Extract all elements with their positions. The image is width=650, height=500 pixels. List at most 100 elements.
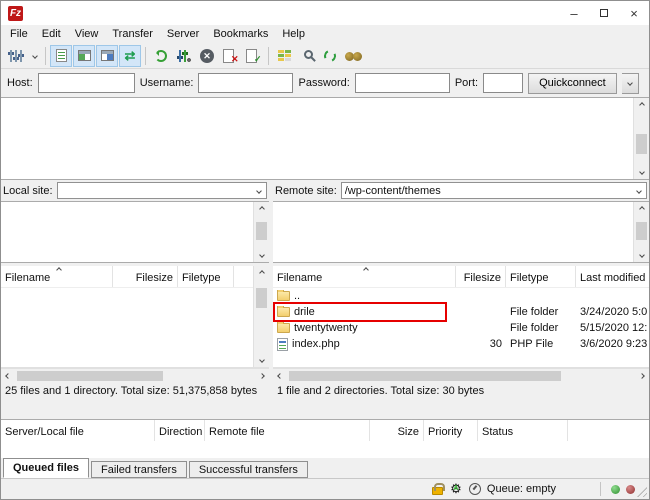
tab-failed-transfers[interactable]: Failed transfers bbox=[91, 461, 187, 478]
local-pane: Local site: Filename bbox=[1, 180, 269, 400]
resize-grip[interactable] bbox=[637, 487, 647, 497]
toggle-remote-tree-button[interactable] bbox=[96, 45, 118, 67]
queue-column-size[interactable]: Size bbox=[370, 420, 424, 441]
local-tree-pane[interactable] bbox=[1, 201, 269, 263]
local-column-filesize[interactable]: Filesize bbox=[113, 266, 178, 287]
menu-help[interactable]: Help bbox=[275, 25, 312, 43]
find-files-button[interactable] bbox=[342, 45, 364, 67]
toggle-transfer-queue-button[interactable]: ⇄ bbox=[119, 45, 141, 67]
local-list-hscrollbar[interactable] bbox=[1, 368, 269, 383]
menu-edit[interactable]: Edit bbox=[35, 25, 68, 43]
scrollbar-thumb[interactable] bbox=[636, 134, 647, 154]
queue-column-filler bbox=[568, 420, 649, 441]
queue-list-area[interactable] bbox=[1, 441, 649, 458]
maximize-button[interactable] bbox=[589, 1, 619, 25]
site-manager-dropdown-button[interactable] bbox=[28, 45, 41, 67]
remote-tree-pane[interactable] bbox=[273, 201, 649, 263]
directory-comparison-button[interactable] bbox=[273, 45, 295, 67]
site-manager-button[interactable] bbox=[5, 45, 27, 67]
minimize-button[interactable]: – bbox=[559, 1, 589, 25]
reconnect-icon bbox=[246, 49, 261, 63]
toggle-message-log-button[interactable] bbox=[50, 45, 72, 67]
host-input[interactable] bbox=[38, 73, 135, 93]
filter-settings-icon bbox=[177, 49, 191, 63]
toggle-local-tree-button[interactable] bbox=[73, 45, 95, 67]
tab-successful-transfers[interactable]: Successful transfers bbox=[189, 461, 308, 478]
queue-column-remote-file[interactable]: Remote file bbox=[205, 420, 370, 441]
queue-column-server-local-file[interactable]: Server/Local file bbox=[1, 420, 155, 441]
password-input[interactable] bbox=[355, 73, 450, 93]
remote-column-filename[interactable]: Filename bbox=[273, 266, 456, 287]
scrollbar-thumb[interactable] bbox=[289, 371, 561, 381]
statusbar-separator bbox=[600, 482, 601, 496]
scrollbar-thumb[interactable] bbox=[636, 222, 647, 240]
disconnect-button[interactable] bbox=[219, 45, 241, 67]
tab-queued-files[interactable]: Queued files bbox=[3, 458, 89, 478]
queue-column-priority[interactable]: Priority bbox=[424, 420, 478, 441]
directory-comparison-icon bbox=[278, 49, 291, 62]
scrollbar-thumb[interactable] bbox=[17, 371, 163, 381]
php-file-icon bbox=[277, 338, 288, 351]
scroll-right-icon bbox=[639, 373, 645, 379]
username-input[interactable] bbox=[198, 73, 293, 93]
quickconnect-bar: Host: Username: Password: Port: Quickcon… bbox=[1, 69, 649, 97]
cancel-operation-button[interactable] bbox=[196, 45, 218, 67]
username-label: Username: bbox=[140, 77, 194, 89]
menu-bookmarks[interactable]: Bookmarks bbox=[206, 25, 275, 43]
scroll-down-icon bbox=[639, 252, 645, 258]
refresh-button[interactable] bbox=[150, 45, 172, 67]
chevron-down-icon bbox=[636, 188, 642, 194]
close-button[interactable]: × bbox=[619, 1, 649, 25]
auto-transfer-mode-icon[interactable]: A bbox=[449, 482, 463, 496]
local-list-vscrollbar[interactable] bbox=[253, 266, 269, 367]
remote-file-list[interactable]: Filename Filesize Filetype Last modified… bbox=[273, 266, 649, 368]
remote-site-combobox[interactable]: /wp-content/themes bbox=[341, 182, 647, 199]
queue-splitter[interactable] bbox=[1, 400, 649, 419]
queue-column-status[interactable]: Status bbox=[478, 420, 568, 441]
local-site-combobox[interactable] bbox=[57, 182, 267, 199]
local-file-list[interactable]: Filename Filesize Filetype bbox=[1, 266, 269, 368]
quickconnect-button[interactable]: Quickconnect bbox=[528, 73, 617, 94]
file-row-twentytwenty[interactable]: twentytwenty File folder 5/15/2020 12: bbox=[273, 320, 649, 336]
local-tree-vscrollbar[interactable] bbox=[253, 202, 269, 262]
reconnect-button[interactable] bbox=[242, 45, 264, 67]
scroll-up-icon bbox=[259, 270, 265, 276]
menu-server[interactable]: Server bbox=[160, 25, 206, 43]
local-tree-icon bbox=[78, 50, 91, 61]
folder-icon bbox=[277, 291, 290, 301]
menu-transfer[interactable]: Transfer bbox=[105, 25, 160, 43]
synchronized-browsing-button[interactable] bbox=[319, 45, 341, 67]
queue-column-direction[interactable]: Direction bbox=[155, 420, 205, 441]
menu-file[interactable]: File bbox=[3, 25, 35, 43]
scrollbar-thumb[interactable] bbox=[256, 288, 267, 308]
local-column-filename[interactable]: Filename bbox=[1, 266, 113, 287]
remote-list-hscrollbar[interactable] bbox=[273, 368, 649, 383]
port-input[interactable] bbox=[483, 73, 523, 93]
menu-view[interactable]: View bbox=[68, 25, 106, 43]
site-manager-icon bbox=[8, 49, 24, 63]
remote-column-filetype[interactable]: Filetype bbox=[506, 266, 576, 287]
remote-column-filesize[interactable]: Filesize bbox=[456, 266, 506, 287]
quickconnect-dropdown-button[interactable] bbox=[622, 73, 639, 94]
remote-column-last-modified[interactable]: Last modified bbox=[576, 266, 649, 287]
remote-tree-vscrollbar[interactable] bbox=[633, 202, 649, 262]
message-log-vscrollbar[interactable] bbox=[633, 98, 649, 179]
file-panes: Local site: Filename bbox=[1, 180, 649, 400]
binoculars-icon bbox=[345, 50, 362, 62]
chevron-down-icon bbox=[627, 80, 633, 86]
remote-status-text: 1 file and 2 directories. Total size: 30… bbox=[273, 383, 649, 399]
scroll-down-icon bbox=[259, 252, 265, 258]
scroll-right-icon bbox=[259, 373, 265, 379]
filename-filters-button[interactable] bbox=[296, 45, 318, 67]
magnifier-icon bbox=[304, 50, 313, 59]
cancel-icon bbox=[200, 49, 214, 63]
speed-limits-icon[interactable] bbox=[469, 483, 481, 495]
scrollbar-thumb[interactable] bbox=[256, 222, 267, 240]
message-log-pane bbox=[1, 97, 649, 180]
local-column-filetype[interactable]: Filetype bbox=[178, 266, 234, 287]
filter-settings-button[interactable] bbox=[173, 45, 195, 67]
file-row-index-php[interactable]: index.php 30 PHP File 3/6/2020 9:23 bbox=[273, 336, 649, 352]
status-bar: A Queue: empty bbox=[1, 478, 649, 499]
tls-lock-icon[interactable] bbox=[432, 487, 443, 495]
local-site-label: Local site: bbox=[3, 185, 53, 197]
